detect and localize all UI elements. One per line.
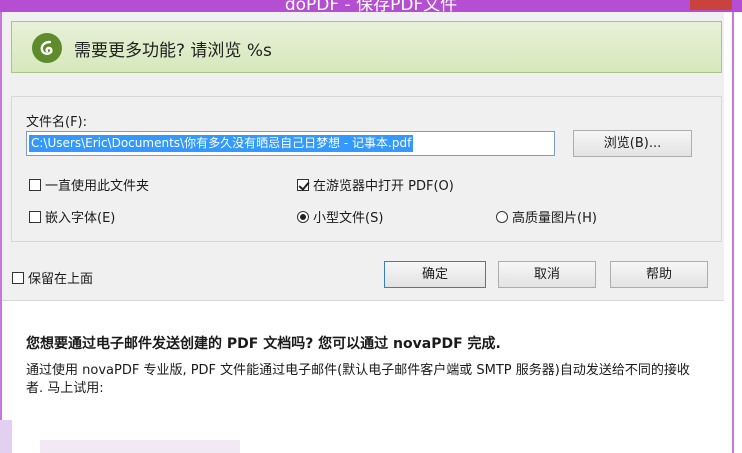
close-button[interactable] (690, 0, 732, 10)
help-button[interactable]: 帮助 (610, 261, 708, 288)
open-in-browser-label: 在游览器中打开 PDF(O) (313, 179, 454, 194)
upgrade-banner[interactable]: 需要更多功能? 请浏览 %s (11, 21, 722, 73)
always-use-folder-checkbox[interactable]: 一直使用此文件夹 (29, 175, 149, 194)
always-use-folder-label: 一直使用此文件夹 (45, 179, 150, 194)
banner-text: 需要更多功能? 请浏览 %s (74, 41, 272, 61)
checkbox-box (29, 210, 41, 223)
filename-label: 文件名(F): (26, 115, 88, 130)
embed-fonts-checkbox[interactable]: 嵌入字体(E) (29, 207, 115, 226)
radio-dot (496, 210, 508, 223)
nova-logo-icon (32, 33, 62, 63)
title-bar: doPDF - 保存PDF文件 (0, 0, 742, 12)
embed-fonts-label: 嵌入字体(E) (45, 211, 116, 226)
checkbox-box (29, 178, 41, 191)
keep-on-top-label: 保留在上面 (28, 272, 94, 287)
small-file-radio[interactable]: 小型文件(S) (297, 207, 383, 226)
blurred-region (0, 420, 12, 453)
blurred-region (40, 440, 240, 453)
ok-button[interactable]: 确定 (384, 261, 486, 288)
divider (2, 300, 724, 301)
keep-on-top-checkbox[interactable]: 保留在上面 (12, 268, 93, 287)
checkbox-box-checked (297, 178, 309, 191)
small-file-label: 小型文件(S) (313, 211, 384, 226)
high-quality-label: 高质量图片(H) (512, 211, 597, 226)
window-title: doPDF - 保存PDF文件 (284, 0, 458, 12)
browse-button[interactable]: 浏览(B)... (573, 130, 692, 157)
window-border-right (732, 12, 734, 453)
open-in-browser-checkbox[interactable]: 在游览器中打开 PDF(O) (297, 175, 454, 194)
filename-value: C:\Users\Eric\Documents\你有多久没有晒忌自己日梦想 - … (29, 135, 414, 152)
filename-input[interactable]: C:\Users\Eric\Documents\你有多久没有晒忌自己日梦想 - … (26, 131, 555, 156)
promo-body: 通过使用 novaPDF 专业版, PDF 文件能通过电子邮件(默认电子邮件客户… (26, 363, 690, 396)
promo-title: 您想要通过电子邮件发送创建的 PDF 文档吗? 您可以通过 novaPDF 完成… (26, 336, 501, 352)
high-quality-radio[interactable]: 高质量图片(H) (496, 207, 597, 226)
radio-dot-selected (297, 210, 309, 223)
checkbox-box (12, 271, 24, 284)
cancel-button[interactable]: 取消 (498, 261, 596, 288)
